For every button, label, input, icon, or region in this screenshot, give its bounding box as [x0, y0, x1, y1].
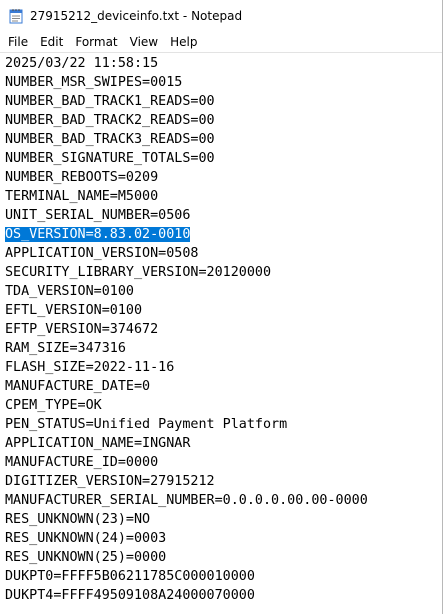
line-text: APPLICATION_NAME=INGNAR — [5, 436, 191, 451]
line-text: TERMINAL_NAME=M5000 — [5, 189, 159, 204]
text-line: FLASH_SIZE=2022-11-16 — [5, 358, 442, 377]
text-editor-area[interactable]: 2025/03/22 11:58:15 NUMBER_MSR_SWIPES=001… — [0, 52, 442, 614]
text-line: RAM_SIZE=347316 — [5, 339, 442, 358]
selected-text: OS_VERSION=8.83.02-0010 — [5, 227, 191, 242]
text-line: NUMBER_MSR_SWIPES=0015 — [5, 73, 442, 92]
line-text: RES_UNKNOWN(24)=0003 — [5, 531, 167, 546]
text-line: MANUFACTURE_DATE=0 — [5, 377, 442, 396]
line-text: NUMBER_MSR_SWIPES=0015 — [5, 75, 183, 90]
text-line: SECURITY_LIBRARY_VERSION=20120000 — [5, 263, 442, 282]
line-text: RES_UNKNOWN(23)=NO — [5, 512, 151, 527]
text-line: EFTP_VERSION=374672 — [5, 320, 442, 339]
line-text: DIGITIZER_VERSION=27915212 — [5, 474, 215, 489]
text-line: APPLICATION_NAME=INGNAR — [5, 434, 442, 453]
line-text: UNIT_SERIAL_NUMBER=0506 — [5, 208, 191, 223]
menu-bar: File Edit Format View Help — [0, 32, 442, 52]
window-title: 27915212_deviceinfo.txt - Notepad — [30, 9, 243, 23]
text-line: RES_UNKNOWN(25)=0000 — [5, 548, 442, 567]
text-line: NUMBER_SIGNATURE_TOTALS=00 — [5, 149, 442, 168]
text-line: UNIT_SERIAL_NUMBER=0506 — [5, 206, 442, 225]
line-text: NUMBER_BAD_TRACK1_READS=00 — [5, 94, 215, 109]
text-line: MANUFACTURER_SERIAL_NUMBER=0.0.0.0.00.00… — [5, 491, 442, 510]
menu-file[interactable]: File — [2, 32, 34, 52]
line-text: DUKPT4=FFFF49509108A24000070000 — [5, 588, 255, 603]
text-line: NUMBER_REBOOTS=0209 — [5, 168, 442, 187]
line-text: MANUFACTURE_ID=0000 — [5, 455, 159, 470]
text-line: TERMINAL_NAME=M5000 — [5, 187, 442, 206]
line-text: CPEM_TYPE=OK — [5, 398, 102, 413]
text-line: CPEM_TYPE=OK — [5, 396, 442, 415]
line-text: PEN_STATUS=Unified Payment Platform — [5, 417, 288, 432]
line-text: MANUFACTURER_SERIAL_NUMBER=0.0.0.0.00.00… — [5, 493, 368, 508]
line-text: NUMBER_BAD_TRACK2_READS=00 — [5, 113, 215, 128]
line-text: APPLICATION_VERSION=0508 — [5, 246, 199, 261]
text-line: 2025/03/22 11:58:15 — [5, 54, 442, 73]
menu-edit[interactable]: Edit — [34, 32, 69, 52]
line-text: NUMBER_REBOOTS=0209 — [5, 170, 159, 185]
text-line: DUKPT0=FFFF5B06211785C000010000 — [5, 567, 442, 586]
text-line: NUMBER_BAD_TRACK3_READS=00 — [5, 130, 442, 149]
text-line: EFTL_VERSION=0100 — [5, 301, 442, 320]
notepad-icon — [9, 8, 23, 24]
line-text: DUKPT0=FFFF5B06211785C000010000 — [5, 569, 255, 584]
line-text: NUMBER_SIGNATURE_TOTALS=00 — [5, 151, 215, 166]
text-line: DIGITIZER_VERSION=27915212 — [5, 472, 442, 491]
text-line: DUKPT4=FFFF49509108A24000070000 — [5, 586, 442, 605]
line-text: TDA_VERSION=0100 — [5, 284, 134, 299]
text-line: TDA_VERSION=0100 — [5, 282, 442, 301]
text-line: NUMBER_BAD_TRACK1_READS=00 — [5, 92, 442, 111]
menu-view[interactable]: View — [124, 32, 164, 52]
text-line: RES_UNKNOWN(24)=0003 — [5, 529, 442, 548]
menu-format[interactable]: Format — [69, 32, 123, 52]
text-line: APPLICATION_VERSION=0508 — [5, 244, 442, 263]
text-line: PEN_STATUS=Unified Payment Platform — [5, 415, 442, 434]
line-text: EFTP_VERSION=374672 — [5, 322, 159, 337]
line-text: EFTL_VERSION=0100 — [5, 303, 143, 318]
text-line: NUMBER_BAD_TRACK2_READS=00 — [5, 111, 442, 130]
line-text: RAM_SIZE=347316 — [5, 341, 126, 356]
text-line-selected: OS_VERSION=8.83.02-0010 — [5, 225, 442, 244]
line-text: RES_UNKNOWN(25)=0000 — [5, 550, 167, 565]
line-text: MANUFACTURE_DATE=0 — [5, 379, 151, 394]
text-line: RES_UNKNOWN(23)=NO — [5, 510, 442, 529]
title-bar[interactable]: 27915212_deviceinfo.txt - Notepad — [0, 0, 442, 32]
line-text: SECURITY_LIBRARY_VERSION=20120000 — [5, 265, 272, 280]
line-text: NUMBER_BAD_TRACK3_READS=00 — [5, 132, 215, 147]
menu-help[interactable]: Help — [164, 32, 203, 52]
line-text: FLASH_SIZE=2022-11-16 — [5, 360, 175, 375]
line-text: 2025/03/22 11:58:15 — [5, 56, 159, 71]
notepad-window: 27915212_deviceinfo.txt - Notepad File E… — [0, 0, 443, 614]
text-line: MANUFACTURE_ID=0000 — [5, 453, 442, 472]
